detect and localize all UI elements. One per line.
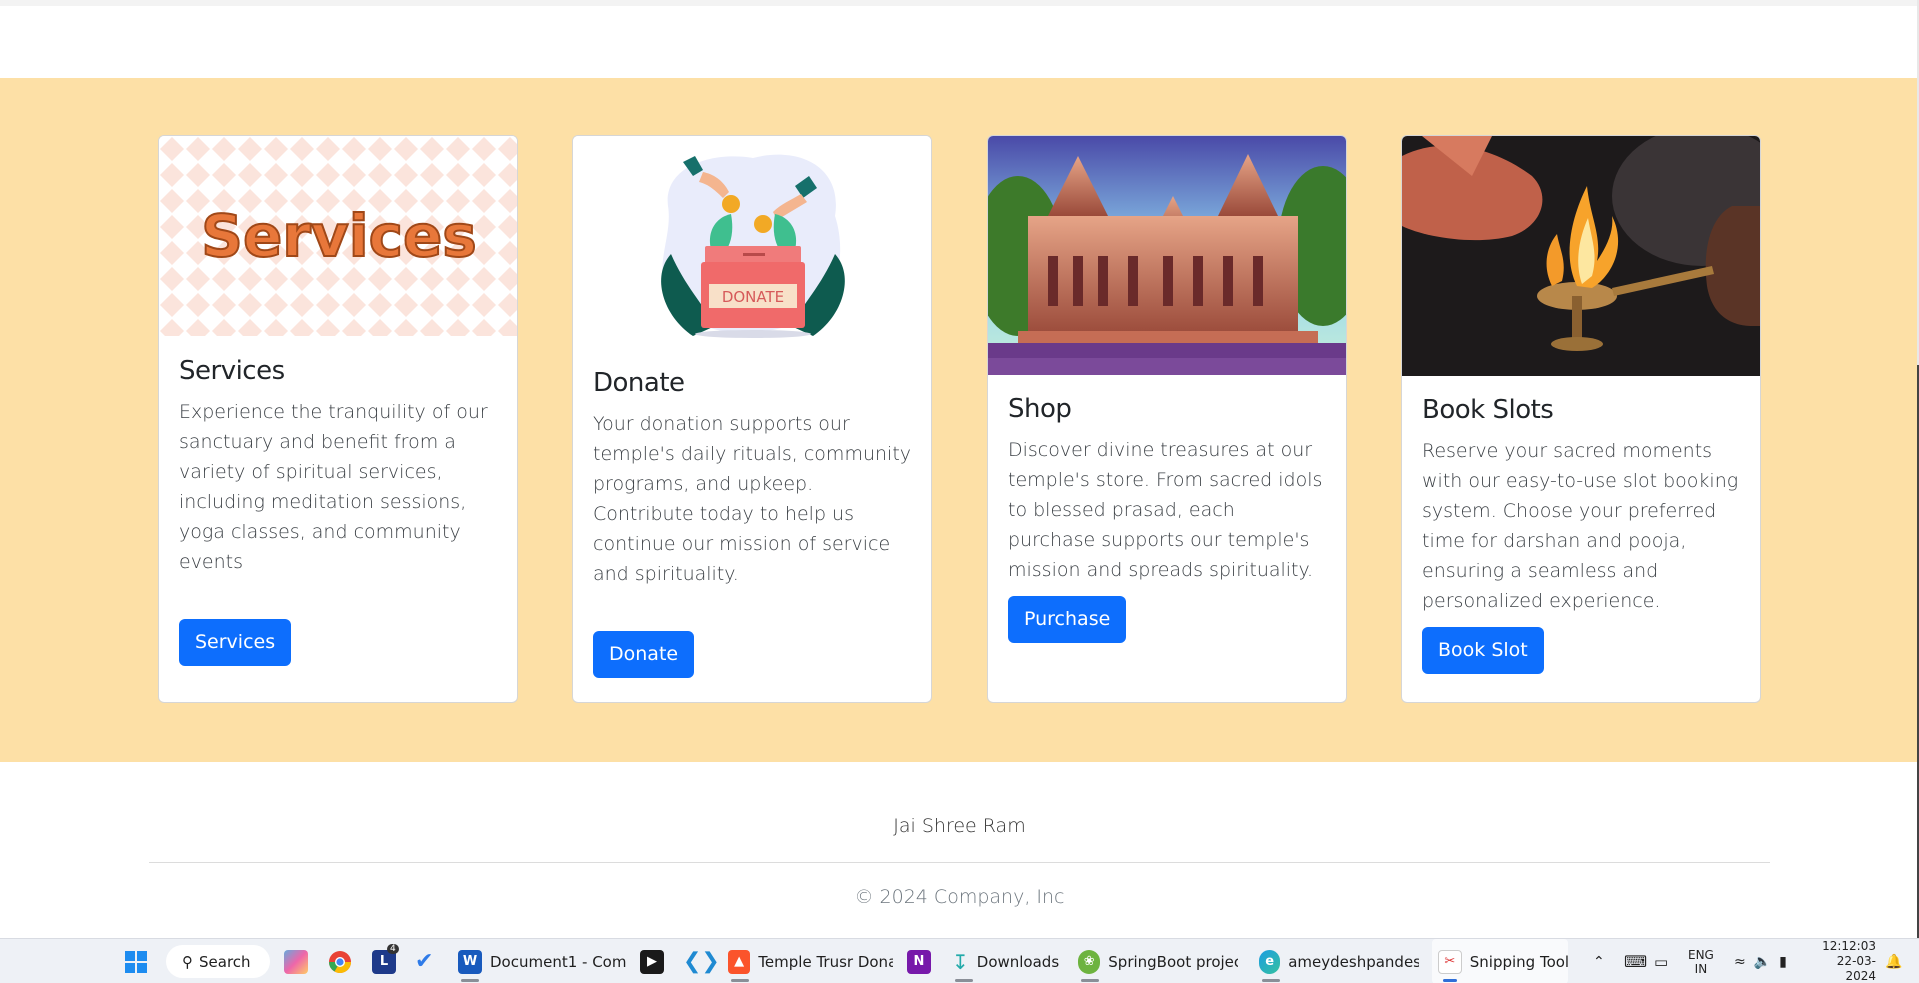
keyboard-tray[interactable]: ⌨ (1624, 939, 1647, 983)
shop-text: Discover divine treasures at our temple'… (1008, 439, 1323, 581)
chrome-button[interactable] (328, 939, 352, 983)
taskbar-snipping-tool[interactable]: ✂ Snipping Tool (1432, 939, 1568, 983)
top-strip (0, 0, 1919, 6)
chevron-up-icon: ⌃ (1593, 953, 1605, 970)
running-indicator (1081, 979, 1099, 982)
taskbar: ⚲ Search L 4 ✔ W Document1 - Com ▶ ❮❯ ▲ … (0, 938, 1919, 983)
services-card: Services Services Experience the tranqui… (158, 135, 518, 703)
taskbar-search[interactable]: ⚲ Search (166, 945, 270, 978)
taskbar-brave-window[interactable]: ▲ Temple Trusr Donat (728, 939, 893, 983)
app-l-button[interactable]: L 4 (372, 939, 399, 983)
running-indicator (1443, 979, 1457, 982)
services-image-text: Services (201, 202, 477, 270)
volume-icon: 🔈 (1753, 953, 1772, 970)
clock-date: 22-03-2024 (1836, 954, 1876, 983)
taskbar-search-label: Search (199, 952, 251, 971)
book-slots-aarti-image (1402, 136, 1760, 376)
onenote-button[interactable]: N (907, 939, 931, 983)
donate-text: Your donation supports our temple's dail… (593, 413, 912, 585)
footer-divider (149, 862, 1770, 863)
jetbrains-icon: ▶ (640, 949, 664, 974)
language-switcher[interactable]: ENG IN (1688, 939, 1714, 983)
region-code: IN (1694, 961, 1708, 976)
running-indicator (461, 979, 479, 982)
battery-icon: ▮ (1779, 953, 1787, 970)
shop-title: Shop (1008, 394, 1072, 424)
checkmark-icon: ✔ (415, 949, 434, 974)
donate-title: Donate (593, 368, 685, 398)
taskbar-item-label: ameydeshpandesyr (1288, 952, 1419, 971)
keyboard-icon: ⌨ (1624, 952, 1648, 971)
start-button[interactable] (124, 939, 148, 983)
taskbar-downloads[interactable]: ↧ Downloads (952, 939, 1072, 983)
donate-image-text: DONATE (722, 288, 784, 306)
taskbar-item-label: Document1 - Com (490, 952, 627, 971)
vscode-icon: ❮❯ (683, 949, 720, 974)
wifi-icon: ≈ (1734, 953, 1746, 970)
taskbar-item-label: SpringBoot project (1108, 952, 1238, 971)
footer-copyright: © 2024 Company, Inc (854, 886, 1065, 908)
taskbar-springboot[interactable]: ❀ SpringBoot project (1078, 939, 1238, 983)
todo-button[interactable]: ✔ (415, 939, 433, 983)
running-indicator (955, 979, 973, 982)
services-button[interactable]: Services (179, 619, 292, 666)
language-code: ENG (1688, 947, 1714, 962)
footer-quote: Jai Shree Ram (893, 815, 1026, 837)
brave-icon: ▲ (728, 949, 751, 974)
taskbar-item-label: Snipping Tool (1469, 952, 1568, 971)
show-hidden-icons[interactable]: ⌃ (1593, 939, 1605, 983)
springboot-icon: ❀ (1078, 949, 1101, 974)
taskbar-item-label: Downloads (976, 952, 1060, 971)
search-icon: ⚲ (182, 952, 193, 971)
taskbar-edge-window[interactable]: e ameydeshpandesyr (1259, 939, 1419, 983)
taskbar-word-document[interactable]: W Document1 - Com (458, 939, 628, 983)
snipping-tool-icon: ✂ (1438, 949, 1462, 974)
display-icon: ▭ (1654, 952, 1669, 971)
donate-card: DONATE Donate Your donation supports our… (572, 135, 932, 703)
book-slot-button[interactable]: Book Slot (1422, 627, 1544, 674)
cards-section: Services Services Experience the tranqui… (0, 78, 1917, 762)
onenote-icon: N (907, 949, 931, 974)
running-indicator (731, 979, 749, 982)
windows-icon (125, 950, 147, 973)
services-image: Services (159, 136, 517, 336)
clock-time: 12:12:03 (1822, 939, 1876, 953)
system-tray-status[interactable]: ≈ 🔈 ▮ (1734, 939, 1787, 983)
copilot-icon (284, 949, 308, 974)
chrome-icon (329, 950, 351, 973)
shop-temple-image (988, 136, 1346, 375)
page: Services Services Experience the tranqui… (0, 0, 1919, 983)
services-text: Experience the tranquility of our sanctu… (179, 401, 488, 573)
purchase-button[interactable]: Purchase (1008, 596, 1127, 643)
book-slots-card: Book Slots Reserve your sacred moments w… (1401, 135, 1761, 703)
bell-icon: 🔔 (1885, 953, 1903, 970)
book-slots-title: Book Slots (1422, 395, 1554, 425)
notifications-button[interactable]: 🔔 (1885, 939, 1902, 983)
clock[interactable]: 12:12:03 22-03-2024 (1812, 939, 1876, 983)
taskbar-item-label: Temple Trusr Donat (758, 952, 893, 971)
pycharm-button[interactable]: ▶ (640, 939, 664, 983)
shop-card: Shop Discover divine treasures at our te… (987, 135, 1347, 703)
book-slots-text: Reserve your sacred moments with our eas… (1422, 440, 1739, 612)
vscode-button[interactable]: ❮❯ (683, 939, 720, 983)
copilot-button[interactable] (284, 939, 308, 983)
donate-image: DONATE (573, 136, 931, 348)
edge-icon: e (1259, 949, 1281, 974)
display-tray[interactable]: ▭ (1654, 939, 1668, 983)
notification-badge: 4 (387, 944, 399, 954)
services-title: Services (179, 356, 285, 386)
running-indicator (1262, 979, 1280, 982)
donate-button[interactable]: Donate (593, 631, 695, 678)
download-icon: ↧ (952, 949, 969, 974)
word-icon: W (458, 949, 482, 974)
